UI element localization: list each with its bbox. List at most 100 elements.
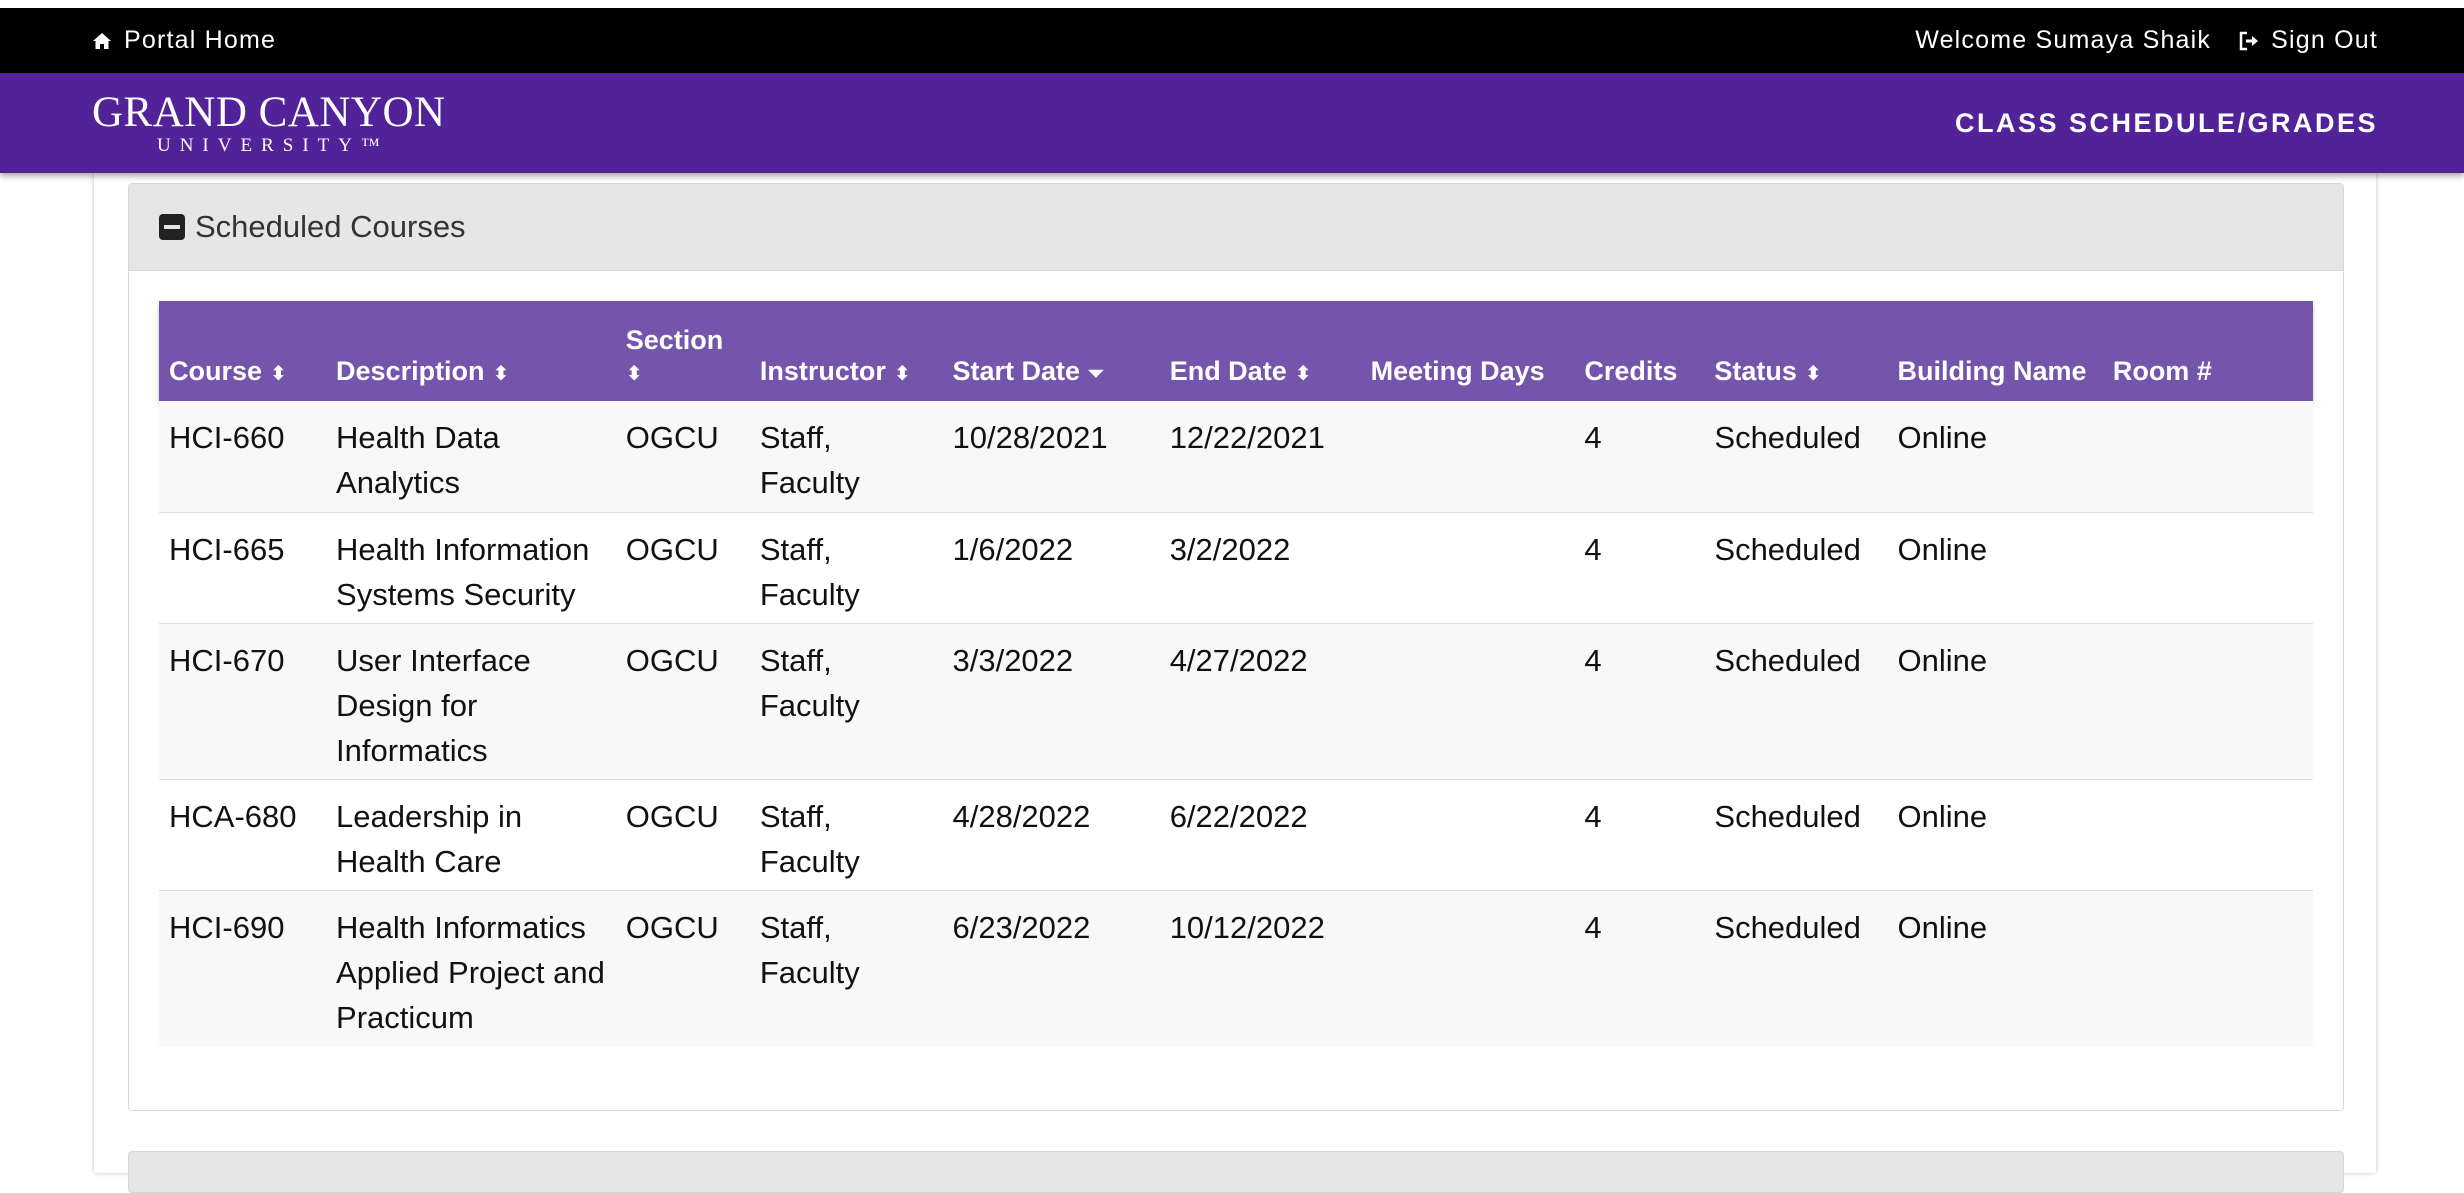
- description-cell: Health Information Systems Security: [336, 531, 590, 612]
- meeting-days-cell: [1361, 779, 1575, 890]
- column-header[interactable]: Section ⬍: [615, 301, 750, 401]
- course-cell: HCA-680: [169, 798, 297, 834]
- column-header-label: Meeting Days: [1370, 356, 1545, 386]
- status-cell: Scheduled: [1714, 420, 1861, 455]
- start-date-cell: 1/6/2022: [952, 531, 1074, 567]
- sort-icon[interactable]: ⬍: [1295, 361, 1312, 386]
- description-cell: Health Data Analytics: [336, 420, 500, 500]
- table-body: HCI-660 Health Data Analytics OGCU Staff, F…: [159, 401, 2313, 1046]
- column-header-label: Status: [1714, 356, 1797, 386]
- meeting-days-cell: [1361, 401, 1575, 512]
- instructor-cell: Staff, Faculty: [759, 642, 860, 723]
- room-cell: [2103, 779, 2313, 890]
- column-header: Credits: [1574, 301, 1705, 401]
- gcu-logo[interactable]: GRAND CANYON UNIVERSITY™: [92, 91, 446, 155]
- start-date-cell: 3/3/2022: [952, 642, 1074, 678]
- column-header[interactable]: Description ⬍: [326, 301, 616, 401]
- main-content: Scheduled Courses Course ⬍ Description ⬍ Sec…: [94, 173, 2376, 1193]
- sign-out-link[interactable]: Sign Out: [2239, 26, 2378, 55]
- end-date-cell: 12/22/2021: [1169, 420, 1325, 455]
- section-cell: OGCU: [625, 798, 719, 834]
- end-date-cell: 10/12/2022: [1169, 909, 1325, 945]
- column-header[interactable]: Instructor ⬍: [749, 301, 943, 401]
- credits-cell: 4: [1584, 531, 1602, 567]
- building-cell: Online: [1897, 420, 1988, 455]
- sign-out-label: Sign Out: [2271, 26, 2378, 54]
- portal-home-link[interactable]: Portal Home: [92, 8, 276, 73]
- room-cell: [2103, 512, 2313, 623]
- column-header-label: End Date: [1169, 356, 1287, 386]
- course-cell: HCI-670: [169, 642, 285, 678]
- end-date-cell: 3/2/2022: [1169, 531, 1291, 567]
- building-cell: Online: [1897, 642, 1988, 678]
- table-row: HCI-660 Health Data Analytics OGCU Staff, F…: [159, 401, 2313, 512]
- building-cell: Online: [1897, 909, 1988, 945]
- column-header: Building Name: [1887, 301, 2103, 401]
- room-cell: [2103, 623, 2313, 779]
- end-date-cell: 4/27/2022: [1169, 642, 1308, 678]
- table-row: HCI-665 Health Information Systems Securi…: [159, 512, 2313, 623]
- course-cell: HCI-665: [169, 531, 285, 567]
- panel-title: Scheduled Courses: [195, 209, 466, 244]
- description-cell: Leadership in Health Care: [336, 798, 523, 879]
- start-date-cell: 4/28/2022: [952, 798, 1091, 834]
- panel-heading: Scheduled Courses: [129, 184, 2343, 271]
- sort-icon[interactable]: ⬍: [1805, 361, 1822, 386]
- status-cell: Scheduled: [1714, 798, 1861, 834]
- sort-icon[interactable]: ⬍: [270, 361, 287, 386]
- room-cell: [2103, 890, 2313, 1046]
- scheduled-courses-panel: Scheduled Courses Course ⬍ Description ⬍ Sec…: [128, 183, 2344, 1111]
- credits-cell: 4: [1584, 420, 1602, 455]
- column-header[interactable]: Status ⬍: [1704, 301, 1888, 401]
- column-header-label: Start Date: [952, 356, 1081, 386]
- instructor-cell: Staff, Faculty: [759, 909, 860, 990]
- sign-out-icon: [2239, 31, 2259, 50]
- next-panel-heading[interactable]: [128, 1151, 2344, 1193]
- status-cell: Scheduled: [1714, 531, 1861, 567]
- column-header-label: Description: [336, 356, 485, 386]
- column-header: Room #: [2102, 301, 2313, 401]
- sort-icon[interactable]: ⬍: [894, 361, 911, 386]
- table-row: HCI-690 Health Informatics Applied Projec…: [159, 890, 2313, 1046]
- section-cell: OGCU: [625, 642, 719, 678]
- home-icon: [93, 32, 111, 49]
- column-header: Meeting Days: [1360, 301, 1575, 401]
- start-date-cell: 6/23/2022: [952, 909, 1091, 945]
- column-header[interactable]: Course ⬍: [159, 301, 327, 401]
- table-row: HCA-680 Leadership in Health Care OGCU Staf…: [159, 779, 2313, 890]
- instructor-cell: Staff, Faculty: [759, 420, 860, 500]
- courses-table: Course ⬍ Description ⬍ Section ⬍ Instructor ⬍ St…: [159, 301, 2313, 1046]
- section-cell: OGCU: [625, 420, 719, 455]
- top-navigation-bar: Portal Home Welcome Sumaya Shaik Sign Ou…: [0, 8, 2464, 73]
- column-header-label: Course: [169, 356, 263, 386]
- course-cell: HCI-690: [169, 909, 285, 945]
- meeting-days-cell: [1361, 890, 1575, 1046]
- welcome-text: Welcome Sumaya Shaik: [1915, 26, 2212, 54]
- column-header-label: Instructor: [759, 356, 886, 386]
- logo-line-1: GRAND CANYON: [92, 89, 446, 136]
- building-cell: Online: [1897, 531, 1988, 567]
- column-header[interactable]: Start Date ⏷: [942, 301, 1160, 401]
- section-cell: OGCU: [625, 909, 719, 945]
- start-date-cell: 10/28/2021: [952, 420, 1108, 455]
- sort-icon[interactable]: ⬍: [626, 361, 643, 386]
- column-header[interactable]: End Date ⬍: [1159, 301, 1361, 401]
- room-cell: [2103, 401, 2313, 512]
- course-cell: HCI-660: [169, 420, 285, 455]
- column-header-label: Room #: [2112, 356, 2212, 386]
- sort-desc-icon[interactable]: ⏷: [1088, 363, 1104, 386]
- credits-cell: 4: [1584, 798, 1602, 834]
- column-header-label: Building Name: [1897, 356, 2087, 386]
- building-cell: Online: [1897, 798, 1988, 834]
- logo-line-2: UNIVERSITY™: [156, 135, 389, 156]
- column-header-label: Credits: [1584, 356, 1678, 386]
- page-heading: CLASS SCHEDULE/GRADES: [1954, 107, 2378, 138]
- status-cell: Scheduled: [1714, 642, 1861, 678]
- credits-cell: 4: [1584, 909, 1602, 945]
- instructor-cell: Staff, Faculty: [759, 531, 860, 612]
- section-cell: OGCU: [625, 531, 719, 567]
- end-date-cell: 6/22/2022: [1169, 798, 1308, 834]
- sort-icon[interactable]: ⬍: [493, 361, 510, 386]
- minus-square-icon[interactable]: [159, 214, 185, 240]
- instructor-cell: Staff, Faculty: [759, 798, 860, 879]
